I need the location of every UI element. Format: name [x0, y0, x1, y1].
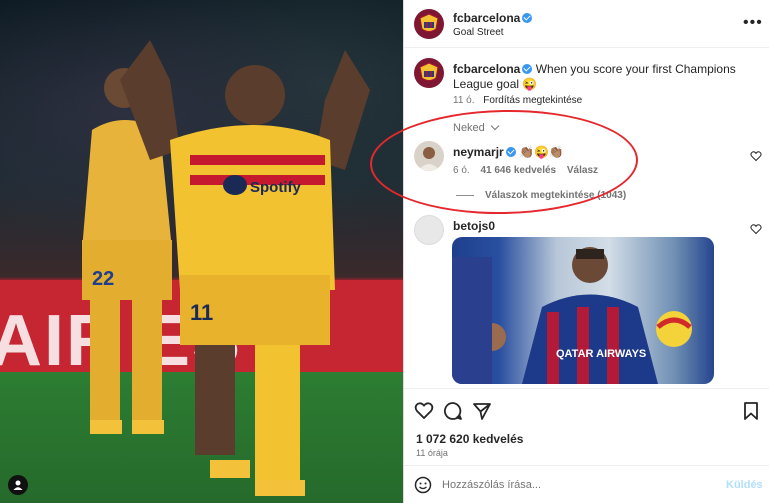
tagged-user-icon[interactable] — [8, 475, 28, 495]
shorts-number: 11 — [190, 300, 213, 325]
post-header: fcbarcelona Goal Street ••• — [404, 0, 769, 48]
background-player-number: 22 — [92, 268, 114, 290]
post-timestamp: 11 órája — [416, 448, 448, 458]
translate-link[interactable]: Fordítás megtekintése — [483, 95, 582, 106]
more-options-icon[interactable]: ••• — [743, 14, 763, 32]
barca-crest-icon — [419, 13, 439, 32]
comment-input[interactable] — [442, 475, 702, 495]
send-button[interactable]: Küldés — [726, 479, 763, 491]
likes-count[interactable]: 1 072 620 kedvelés — [416, 432, 523, 446]
comment-avatar-betojs0[interactable] — [414, 215, 444, 245]
share-paper-plane-icon[interactable] — [472, 401, 492, 421]
caption: fcbarcelona When you score your first Ch… — [453, 62, 743, 92]
save-bookmark-icon[interactable] — [742, 401, 760, 421]
post-side-panel: fcbarcelona Goal Street ••• fcbarcelona … — [403, 0, 769, 503]
barca-crest-icon — [419, 62, 439, 81]
comment-user-betojs0[interactable]: betojs0 — [453, 219, 495, 233]
comment-like-heart-icon[interactable] — [750, 223, 762, 235]
comment-like-heart-icon[interactable] — [750, 150, 762, 162]
emoji-smiley-icon[interactable] — [414, 476, 432, 494]
caption-time: 11 ó. — [453, 95, 475, 106]
comment-bubble-icon[interactable] — [443, 401, 463, 421]
main-player: Spotify 11 — [120, 40, 370, 496]
caption-avatar[interactable] — [414, 58, 444, 88]
comment-image-sponsor: QATAR AIRWAYS — [556, 348, 646, 360]
caption-user[interactable]: fcbarcelona — [453, 62, 520, 76]
account-name[interactable]: fcbarcelona — [453, 11, 520, 25]
shirt-sponsor: Spotify — [250, 179, 301, 196]
comment-bar: Küldés — [404, 465, 769, 503]
location[interactable]: Goal Street — [453, 27, 504, 38]
verified-badge-icon — [522, 13, 533, 23]
like-heart-icon[interactable] — [414, 401, 434, 421]
account-avatar[interactable] — [414, 9, 444, 39]
post-photo[interactable]: AIR ES 22 Spotify 11 — [0, 0, 403, 503]
verified-badge-icon — [522, 64, 533, 74]
comment-image[interactable]: QATAR AIRWAYS — [452, 237, 714, 384]
